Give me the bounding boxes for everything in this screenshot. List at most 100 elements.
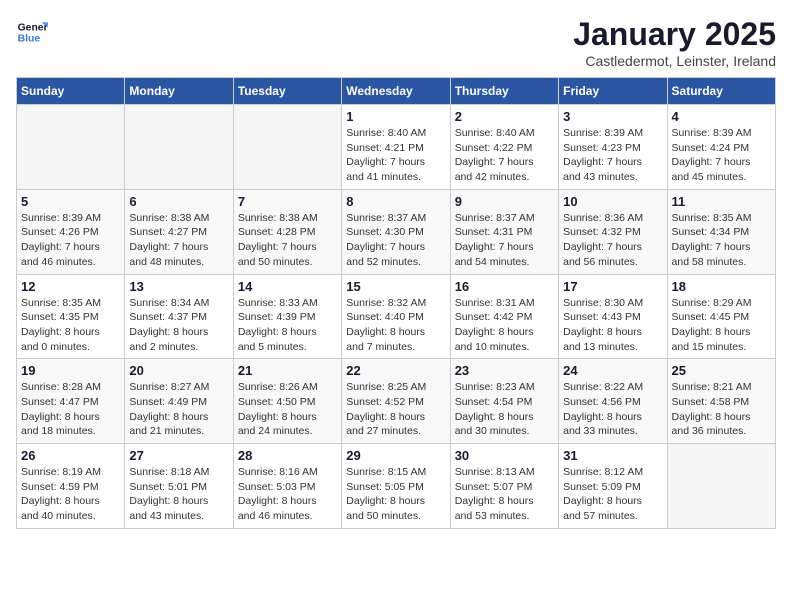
title-block: January 2025 Castledermot, Leinster, Ire… [573, 16, 776, 69]
logo-icon: General Blue [16, 16, 48, 48]
day-info: Sunrise: 8:38 AM Sunset: 4:28 PM Dayligh… [238, 211, 337, 270]
calendar-cell: 20Sunrise: 8:27 AM Sunset: 4:49 PM Dayli… [125, 359, 233, 444]
day-info: Sunrise: 8:18 AM Sunset: 5:01 PM Dayligh… [129, 465, 228, 524]
day-number: 16 [455, 279, 554, 294]
day-number: 7 [238, 194, 337, 209]
day-info: Sunrise: 8:37 AM Sunset: 4:31 PM Dayligh… [455, 211, 554, 270]
day-info: Sunrise: 8:38 AM Sunset: 4:27 PM Dayligh… [129, 211, 228, 270]
calendar-cell: 8Sunrise: 8:37 AM Sunset: 4:30 PM Daylig… [342, 189, 450, 274]
calendar-cell: 21Sunrise: 8:26 AM Sunset: 4:50 PM Dayli… [233, 359, 341, 444]
calendar-cell: 27 Sunrise: 8:18 AM Sunset: 5:01 PM Dayli… [125, 444, 233, 529]
calendar-week-5: 26 Sunrise: 8:19 AM Sunset: 4:59 PM Dayli… [17, 444, 776, 529]
day-info: Sunrise: 8:40 AM Sunset: 4:21 PM Dayligh… [346, 126, 445, 185]
calendar-cell: 9 Sunrise: 8:37 AM Sunset: 4:31 PM Daylig… [450, 189, 558, 274]
day-number: 10 [563, 194, 662, 209]
day-info: Sunrise: 8:22 AM Sunset: 4:56 PM Dayligh… [563, 380, 662, 439]
calendar-cell: 18 Sunrise: 8:29 AM Sunset: 4:45 PM Dayli… [667, 274, 775, 359]
svg-text:General: General [18, 22, 48, 33]
weekday-header-thursday: Thursday [450, 78, 558, 105]
calendar-cell: 24 Sunrise: 8:22 AM Sunset: 4:56 PM Dayli… [559, 359, 667, 444]
calendar-cell [17, 105, 125, 190]
calendar-cell: 7 Sunrise: 8:38 AM Sunset: 4:28 PM Daylig… [233, 189, 341, 274]
day-info: Sunrise: 8:19 AM Sunset: 4:59 PM Dayligh… [21, 465, 120, 524]
day-number: 22 [346, 363, 445, 378]
day-info: Sunrise: 8:31 AM Sunset: 4:42 PM Dayligh… [455, 296, 554, 355]
day-number: 15 [346, 279, 445, 294]
calendar-cell [233, 105, 341, 190]
day-number: 4 [672, 109, 771, 124]
calendar-cell: 19 Sunrise: 8:28 AM Sunset: 4:47 PM Dayli… [17, 359, 125, 444]
day-info: Sunrise: 8:28 AM Sunset: 4:47 PM Dayligh… [21, 380, 120, 439]
svg-text:Blue: Blue [18, 34, 41, 45]
day-info: Sunrise: 8:35 AM Sunset: 4:34 PM Dayligh… [672, 211, 771, 270]
calendar-cell: 26 Sunrise: 8:19 AM Sunset: 4:59 PM Dayli… [17, 444, 125, 529]
calendar-cell: 22 Sunrise: 8:25 AM Sunset: 4:52 PM Dayli… [342, 359, 450, 444]
calendar-cell: 13Sunrise: 8:34 AM Sunset: 4:37 PM Dayli… [125, 274, 233, 359]
day-number: 18 [672, 279, 771, 294]
calendar-cell: 2 Sunrise: 8:40 AM Sunset: 4:22 PM Daylig… [450, 105, 558, 190]
day-info: Sunrise: 8:25 AM Sunset: 4:52 PM Dayligh… [346, 380, 445, 439]
weekday-header-friday: Friday [559, 78, 667, 105]
day-number: 1 [346, 109, 445, 124]
day-number: 29 [346, 448, 445, 463]
calendar-cell: 23 Sunrise: 8:23 AM Sunset: 4:54 PM Dayli… [450, 359, 558, 444]
calendar-cell: 30Sunrise: 8:13 AM Sunset: 5:07 PM Dayli… [450, 444, 558, 529]
calendar-cell: 10Sunrise: 8:36 AM Sunset: 4:32 PM Dayli… [559, 189, 667, 274]
day-number: 17 [563, 279, 662, 294]
calendar-cell: 29Sunrise: 8:15 AM Sunset: 5:05 PM Dayli… [342, 444, 450, 529]
day-number: 23 [455, 363, 554, 378]
calendar-cell: 1 Sunrise: 8:40 AM Sunset: 4:21 PM Daylig… [342, 105, 450, 190]
weekday-header-tuesday: Tuesday [233, 78, 341, 105]
day-number: 31 [563, 448, 662, 463]
weekday-header-wednesday: Wednesday [342, 78, 450, 105]
day-info: Sunrise: 8:13 AM Sunset: 5:07 PM Dayligh… [455, 465, 554, 524]
calendar-cell: 12Sunrise: 8:35 AM Sunset: 4:35 PM Dayli… [17, 274, 125, 359]
calendar-cell: 25Sunrise: 8:21 AM Sunset: 4:58 PM Dayli… [667, 359, 775, 444]
page-header: General Blue January 2025 Castledermot, … [16, 16, 776, 69]
calendar-cell: 14 Sunrise: 8:33 AM Sunset: 4:39 PM Dayli… [233, 274, 341, 359]
location-subtitle: Castledermot, Leinster, Ireland [573, 53, 776, 69]
day-info: Sunrise: 8:16 AM Sunset: 5:03 PM Dayligh… [238, 465, 337, 524]
day-info: Sunrise: 8:30 AM Sunset: 4:43 PM Dayligh… [563, 296, 662, 355]
calendar-cell: 6 Sunrise: 8:38 AM Sunset: 4:27 PM Daylig… [125, 189, 233, 274]
calendar-cell [667, 444, 775, 529]
day-info: Sunrise: 8:27 AM Sunset: 4:49 PM Dayligh… [129, 380, 228, 439]
day-info: Sunrise: 8:34 AM Sunset: 4:37 PM Dayligh… [129, 296, 228, 355]
day-number: 26 [21, 448, 120, 463]
day-info: Sunrise: 8:26 AM Sunset: 4:50 PM Dayligh… [238, 380, 337, 439]
day-number: 24 [563, 363, 662, 378]
calendar-cell: 11 Sunrise: 8:35 AM Sunset: 4:34 PM Dayli… [667, 189, 775, 274]
day-number: 8 [346, 194, 445, 209]
day-info: Sunrise: 8:39 AM Sunset: 4:24 PM Dayligh… [672, 126, 771, 185]
day-info: Sunrise: 8:32 AM Sunset: 4:40 PM Dayligh… [346, 296, 445, 355]
day-number: 6 [129, 194, 228, 209]
day-info: Sunrise: 8:23 AM Sunset: 4:54 PM Dayligh… [455, 380, 554, 439]
day-info: Sunrise: 8:33 AM Sunset: 4:39 PM Dayligh… [238, 296, 337, 355]
day-number: 9 [455, 194, 554, 209]
calendar-cell: 4 Sunrise: 8:39 AM Sunset: 4:24 PM Daylig… [667, 105, 775, 190]
day-number: 5 [21, 194, 120, 209]
weekday-header-saturday: Saturday [667, 78, 775, 105]
day-number: 11 [672, 194, 771, 209]
calendar-week-1: 1 Sunrise: 8:40 AM Sunset: 4:21 PM Daylig… [17, 105, 776, 190]
month-title: January 2025 [573, 16, 776, 53]
calendar-cell: 15 Sunrise: 8:32 AM Sunset: 4:40 PM Dayli… [342, 274, 450, 359]
calendar-table: SundayMondayTuesdayWednesdayThursdayFrid… [16, 77, 776, 529]
day-number: 28 [238, 448, 337, 463]
calendar-cell: 28 Sunrise: 8:16 AM Sunset: 5:03 PM Dayli… [233, 444, 341, 529]
day-number: 27 [129, 448, 228, 463]
day-info: Sunrise: 8:40 AM Sunset: 4:22 PM Dayligh… [455, 126, 554, 185]
day-number: 25 [672, 363, 771, 378]
calendar-cell: 3Sunrise: 8:39 AM Sunset: 4:23 PM Daylig… [559, 105, 667, 190]
day-number: 19 [21, 363, 120, 378]
calendar-week-4: 19 Sunrise: 8:28 AM Sunset: 4:47 PM Dayli… [17, 359, 776, 444]
calendar-cell: 31Sunrise: 8:12 AM Sunset: 5:09 PM Dayli… [559, 444, 667, 529]
weekday-header-monday: Monday [125, 78, 233, 105]
weekday-header-sunday: Sunday [17, 78, 125, 105]
day-info: Sunrise: 8:29 AM Sunset: 4:45 PM Dayligh… [672, 296, 771, 355]
day-info: Sunrise: 8:39 AM Sunset: 4:26 PM Dayligh… [21, 211, 120, 270]
day-info: Sunrise: 8:39 AM Sunset: 4:23 PM Dayligh… [563, 126, 662, 185]
calendar-week-3: 12Sunrise: 8:35 AM Sunset: 4:35 PM Dayli… [17, 274, 776, 359]
day-number: 14 [238, 279, 337, 294]
day-number: 2 [455, 109, 554, 124]
